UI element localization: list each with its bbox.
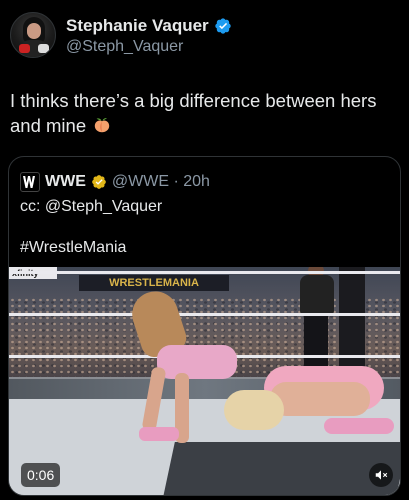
wwe-logo-icon[interactable] [20, 172, 40, 192]
video-ring-rope-top [9, 271, 400, 274]
muted-speaker-icon[interactable] [369, 463, 393, 487]
avatar-face [27, 23, 41, 39]
author-name-row: Stephanie Vaquer [66, 16, 232, 36]
verified-gold-badge-icon [92, 175, 106, 189]
tweet-header: Stephanie Vaquer @Steph_Vaquer [10, 8, 400, 64]
quoted-handle-time[interactable]: @WWE · 20h [112, 173, 210, 191]
author-display-name[interactable]: Stephanie Vaquer [66, 16, 209, 36]
quoted-tweet-card[interactable]: WWE @WWE · 20h cc: @Steph_Vaquer #Wrestl… [8, 156, 401, 496]
video-player[interactable]: xfinity WRESTLEMANIA 0:06 [9, 267, 400, 495]
quoted-hashtag[interactable]: #WrestleMania [20, 239, 126, 257]
author-handle[interactable]: @Steph_Vaquer [66, 38, 183, 56]
verified-badge-icon [214, 18, 231, 34]
quoted-header: WWE @WWE · 20h [20, 172, 210, 192]
avatar-title-belt-red [19, 44, 30, 53]
video-wrestler-two [224, 362, 399, 462]
video-referee [294, 267, 344, 377]
avatar-title-belt-white [38, 44, 49, 53]
author-avatar[interactable] [10, 12, 56, 58]
quoted-text-line-1: cc: @Steph_Vaquer [20, 198, 163, 215]
video-duration-badge: 0:06 [21, 463, 61, 487]
quoted-author-name[interactable]: WWE [45, 173, 86, 191]
tweet-text: I thinks there’s a big difference betwee… [10, 90, 377, 136]
tweet-body: I thinks there’s a big difference betwee… [10, 88, 400, 138]
peach-emoji-icon [95, 118, 110, 133]
